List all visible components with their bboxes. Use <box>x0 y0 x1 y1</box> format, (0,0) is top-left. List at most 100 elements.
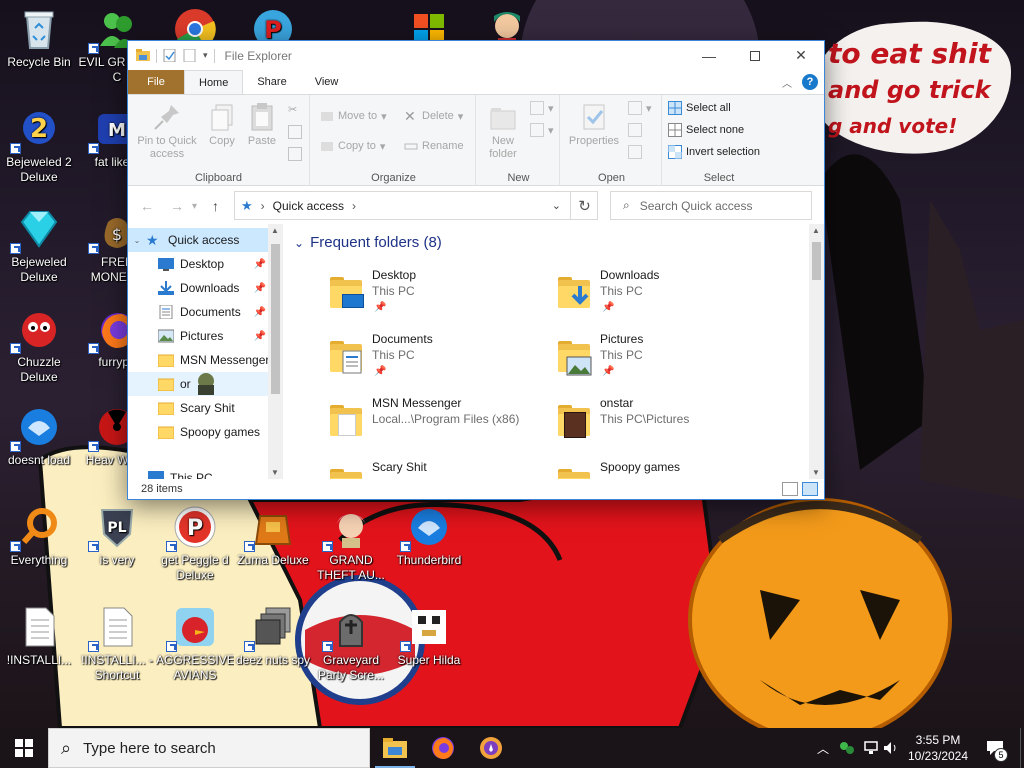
easy-access-icon[interactable]: ▾ <box>530 123 554 137</box>
taskbar-file-explorer[interactable] <box>371 728 419 768</box>
folder-tile-pictures[interactable]: Pictures This PC 📌 <box>556 330 776 390</box>
desktop-icon-is-very[interactable]: PL is very <box>78 504 156 568</box>
show-hidden-icons-chevron-icon[interactable]: ︿ <box>812 728 834 768</box>
desktop-icon-aggressive-avians[interactable]: AGGRESSIVE AVIANS <box>156 604 234 683</box>
copy-button[interactable]: Copy <box>204 101 240 148</box>
nav-item-downloads[interactable]: Downloads 📌 <box>128 276 270 300</box>
minimize-button[interactable]: — <box>686 41 732 70</box>
nav-item-spoopy-games[interactable]: Spoopy games <box>128 420 270 444</box>
network-icon[interactable] <box>860 728 882 768</box>
desktop-icon-graveyard-party[interactable]: Graveyard Party Scre... <box>312 604 390 683</box>
taskbar-clock[interactable]: 3:55 PM 10/23/2024 <box>898 732 978 764</box>
paste-shortcut-icon[interactable] <box>288 147 302 161</box>
history-icon[interactable] <box>628 145 642 159</box>
close-button[interactable]: ✕ <box>778 41 824 70</box>
taskbar-search-box[interactable]: ⌕ Type here to search <box>48 728 370 768</box>
folder-tile-downloads[interactable]: Downloads This PC 📌 <box>556 266 776 326</box>
properties-button[interactable]: Properties <box>566 101 622 148</box>
desktop-icon-everything[interactable]: Everything <box>0 504 78 568</box>
new-folder-quick-icon[interactable] <box>183 48 197 63</box>
scroll-up-arrow-icon[interactable]: ▲ <box>271 226 279 235</box>
edit-icon[interactable] <box>628 123 642 137</box>
desktop-icon-installer[interactable]: !INSTALLI... <box>0 604 78 668</box>
desktop-icon-deez-nuts-spy[interactable]: deez nuts spy <box>234 604 312 668</box>
select-none-button[interactable]: Select none <box>668 123 744 137</box>
pin-to-quick-access-button[interactable]: Pin to Quick access <box>132 101 202 161</box>
delete-button[interactable]: ✕ Delete ▾ <box>404 109 463 123</box>
start-button[interactable] <box>0 728 48 768</box>
taskbar-firefox[interactable] <box>419 728 467 768</box>
invert-selection-button[interactable]: Invert selection <box>668 145 760 159</box>
large-icons-view-icon[interactable] <box>802 482 818 496</box>
address-dropdown-chevron-icon[interactable]: ⌄ <box>552 199 561 212</box>
help-icon[interactable]: ? <box>802 74 818 90</box>
tab-view[interactable]: View <box>301 70 353 94</box>
nav-item-msn-messenger[interactable]: MSN Messenger <box>128 348 270 372</box>
folder-tile-spoopy-games[interactable]: Spoopy games <box>556 458 776 479</box>
file-explorer-window[interactable]: ▾ File Explorer — ✕ File Home Share View… <box>127 40 825 500</box>
folder-tile-msn-messenger[interactable]: MSN Messenger Local...\Program Files (x8… <box>328 394 548 454</box>
tab-share[interactable]: Share <box>243 70 300 94</box>
desktop-icon-chuzzle[interactable]: Chuzzle Deluxe <box>0 306 78 385</box>
navigation-pane[interactable]: ⌄ ★ Quick access Desktop 📌 Downloads 📌 Doc… <box>128 224 283 479</box>
nav-item-pictures[interactable]: Pictures 📌 <box>128 324 270 348</box>
select-all-button[interactable]: Select all <box>668 101 731 115</box>
folder-tile-documents[interactable]: Documents This PC 📌 <box>328 330 548 390</box>
desktop-icon-bejeweled-deluxe[interactable]: Bejeweled Deluxe <box>0 206 78 285</box>
rename-button[interactable]: Rename <box>404 139 464 153</box>
new-folder-button[interactable]: New folder <box>482 101 524 161</box>
tray-app-icon[interactable] <box>836 728 858 768</box>
properties-check-icon[interactable] <box>163 48 177 63</box>
copy-path-icon[interactable] <box>288 125 302 139</box>
nav-item-onstar[interactable]: or <box>128 372 270 396</box>
scroll-down-arrow-icon[interactable]: ▼ <box>271 468 279 477</box>
collapse-ribbon-chevron-icon[interactable]: ︿ <box>782 75 792 90</box>
tab-file[interactable]: File <box>128 70 184 94</box>
desktop-icon-installer-shortcut[interactable]: !INSTALLI... - Shortcut <box>78 604 156 683</box>
paste-button[interactable]: Paste <box>244 101 280 148</box>
new-item-icon[interactable]: ▾ <box>530 101 554 115</box>
breadcrumb-quick-access[interactable]: Quick access <box>273 199 344 213</box>
scroll-down-arrow-icon[interactable]: ▼ <box>812 468 820 477</box>
details-view-icon[interactable] <box>782 482 798 496</box>
nav-item-documents[interactable]: Documents 📌 <box>128 300 270 324</box>
cut-scissors-icon[interactable]: ✂ <box>288 103 297 116</box>
notifications-button[interactable]: 5 <box>980 728 1010 768</box>
desktop-icon-thunderbird[interactable]: Thunderbird <box>390 504 468 568</box>
expand-chevron-icon[interactable]: ⌄ <box>128 236 146 245</box>
content-scrollbar[interactable]: ▲ ▼ <box>809 224 824 479</box>
folder-tile-scary-shit[interactable]: Scary Shit <box>328 458 548 479</box>
address-box[interactable]: ★ › Quick access › ⌄ <box>234 191 598 220</box>
maximize-button[interactable] <box>732 41 778 70</box>
up-arrow-icon[interactable]: ↑ <box>212 198 219 214</box>
frequent-folders-header[interactable]: ⌄ Frequent folders (8) <box>294 234 442 251</box>
nav-pane-scrollbar[interactable]: ▲ ▼ <box>268 224 283 479</box>
customize-toolbar-chevron-icon[interactable]: ▾ <box>203 50 208 61</box>
desktop-icon-doesnt-load[interactable]: doesnt load <box>0 404 78 468</box>
back-arrow-icon[interactable]: ← <box>140 198 154 214</box>
recent-locations-chevron-icon[interactable]: ▾ <box>192 201 197 212</box>
nav-item-this-pc[interactable]: This PC <box>128 466 270 479</box>
refresh-button[interactable]: ↻ <box>570 191 598 220</box>
forward-arrow-icon[interactable]: → <box>170 198 184 214</box>
folder-tile-desktop[interactable]: Desktop This PC 📌 <box>328 266 548 326</box>
desktop-icon-recycle-bin[interactable]: Recycle Bin <box>0 6 78 70</box>
taskbar-tor-browser[interactable] <box>467 728 515 768</box>
nav-item-desktop[interactable]: Desktop 📌 <box>128 252 270 276</box>
search-box[interactable]: ⌕ Search Quick access <box>610 191 812 220</box>
scroll-up-arrow-icon[interactable]: ▲ <box>812 226 820 235</box>
desktop-icon-gta[interactable]: GRAND THEFT AU... <box>312 504 390 583</box>
nav-item-quick-access[interactable]: ⌄ ★ Quick access <box>128 228 270 252</box>
move-to-button[interactable]: Move to ▾ <box>320 109 387 123</box>
scrollbar-thumb[interactable] <box>271 244 280 394</box>
desktop-icon-bejeweled-2[interactable]: 2 Bejeweled 2 Deluxe <box>0 106 78 185</box>
desktop-icon-super-hilda[interactable]: Super Hilda <box>390 604 468 668</box>
desktop-icon-get-peggle[interactable]: P get Peggle d Deluxe <box>156 504 234 583</box>
folder-tile-onstar[interactable]: onstar This PC\Pictures <box>556 394 776 454</box>
desktop-icon-zuma[interactable]: Zuma Deluxe <box>234 504 312 568</box>
show-desktop-button[interactable] <box>1020 728 1024 768</box>
tab-home[interactable]: Home <box>184 70 244 94</box>
open-icon[interactable]: ▾ <box>628 101 652 115</box>
title-bar[interactable]: ▾ File Explorer — ✕ <box>128 41 824 70</box>
scrollbar-thumb[interactable] <box>812 242 821 280</box>
